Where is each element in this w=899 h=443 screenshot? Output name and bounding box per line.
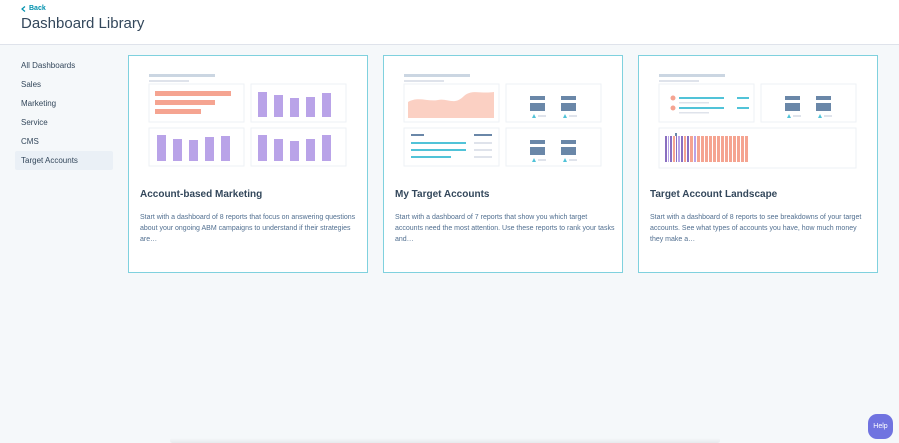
back-link[interactable]: Back (21, 5, 46, 12)
page-header: Back Dashboard Library (0, 0, 899, 45)
sidebar-item-label: Target Accounts (21, 156, 78, 165)
dashboard-card-abm[interactable]: Account-based Marketing Start with a das… (128, 55, 368, 273)
sidebar-item-label: Sales (21, 80, 42, 89)
dashboard-preview-image (639, 56, 877, 178)
chevron-left-icon (21, 5, 26, 12)
back-label: Back (29, 5, 46, 12)
dashboard-preview-image (129, 56, 367, 178)
dashboard-preview-image (384, 56, 622, 178)
sidebar-item-cms[interactable]: CMS (15, 132, 113, 151)
sidebar-item-all-dashboards[interactable]: All Dashboards (15, 56, 113, 75)
sidebar-item-label: All Dashboards (21, 61, 76, 70)
card-description: Start with a dashboard of 8 reports that… (140, 214, 356, 243)
sidebar-item-target-accounts[interactable]: Target Accounts (15, 151, 113, 170)
sidebar: All Dashboards Sales Marketing Service C… (15, 56, 113, 170)
sidebar-item-label: Service (21, 118, 48, 127)
sidebar-item-marketing[interactable]: Marketing (15, 94, 113, 113)
sidebar-item-label: CMS (21, 137, 39, 146)
dashboard-card-target-account-landscape[interactable]: Target Account Landscape Start with a da… (638, 55, 878, 273)
sidebar-item-service[interactable]: Service (15, 113, 113, 132)
bottom-shadow (170, 438, 720, 443)
card-description: Start with a dashboard of 7 reports that… (395, 214, 615, 243)
help-button[interactable]: Help (868, 414, 893, 439)
page-title: Dashboard Library (21, 15, 145, 32)
dashboard-card-my-target-accounts[interactable]: My Target Accounts Start with a dashboar… (383, 55, 623, 273)
sidebar-item-sales[interactable]: Sales (15, 75, 113, 94)
card-title: Account-based Marketing (140, 189, 263, 200)
card-title: My Target Accounts (395, 189, 490, 200)
card-title: Target Account Landscape (650, 189, 778, 200)
card-description: Start with a dashboard of 8 reports to s… (650, 214, 862, 243)
sidebar-item-label: Marketing (21, 99, 57, 108)
